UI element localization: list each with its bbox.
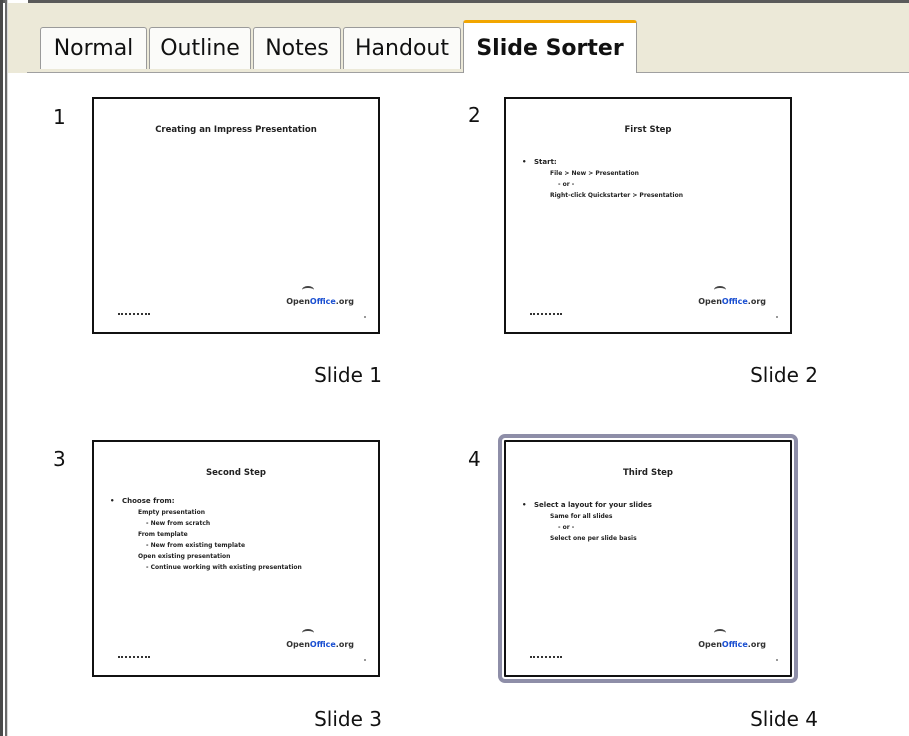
slide-caption: Slide 4 xyxy=(750,707,818,731)
slide-number: 4 xyxy=(468,447,481,471)
openoffice-logo: OpenOffice.org xyxy=(698,640,766,649)
slide-title: Second Step xyxy=(206,468,266,478)
slide-bullet-line: - or - xyxy=(558,524,575,531)
slide-number: 3 xyxy=(53,447,66,471)
slide-bullet-line: - Continue working with existing present… xyxy=(146,564,302,571)
slide-thumbnail-1[interactable]: Creating an Impress Presentation OpenOff… xyxy=(92,97,380,334)
slide-bullet-line: • Select a layout for your slides xyxy=(522,501,652,509)
slide-thumbnail-4[interactable]: Third Step • Select a layout for your sli… xyxy=(498,434,798,683)
slide-number-marker xyxy=(364,659,366,661)
left-gutter xyxy=(7,0,28,736)
logo-swoosh-icon xyxy=(714,629,726,637)
openoffice-logo: OpenOffice.org xyxy=(286,640,354,649)
slide-footer-line xyxy=(530,313,562,315)
slide-title: Creating an Impress Presentation xyxy=(155,125,317,135)
window-left-border xyxy=(0,0,3,736)
tab-outline[interactable]: Outline xyxy=(149,27,251,69)
slide-bullet-line: File > New > Presentation xyxy=(550,170,639,177)
slide-number-marker xyxy=(776,659,778,661)
slide-bullet-line: - New from scratch xyxy=(146,520,211,527)
tab-handout[interactable]: Handout xyxy=(343,27,461,69)
slide-footer-line xyxy=(118,313,150,315)
slide-body: • Start: File > New > Presentation - or -… xyxy=(522,157,780,201)
slide-number: 1 xyxy=(53,105,66,129)
slide-bullet-line: Open existing presentation xyxy=(138,553,231,560)
slide-title: Third Step xyxy=(622,468,674,478)
slide-bullet-line: • Choose from: xyxy=(110,497,175,505)
slide-number-marker xyxy=(364,316,366,318)
logo-swoosh-icon xyxy=(302,286,314,294)
slide-bullet-line: Empty presentation xyxy=(138,509,205,516)
tab-normal[interactable]: Normal xyxy=(40,27,147,69)
slide-caption: Slide 3 xyxy=(314,707,382,731)
slide-bullet-line: From template xyxy=(138,531,188,538)
slide-bullet-line: Right-click Quickstarter > Presentation xyxy=(550,192,684,199)
slide-bullet-line: - or - xyxy=(558,181,575,188)
openoffice-logo: OpenOffice.org xyxy=(698,297,766,306)
slide-caption: Slide 1 xyxy=(314,363,382,387)
slide-body: • Select a layout for your slides Same fo… xyxy=(522,500,780,544)
logo-swoosh-icon xyxy=(714,286,726,294)
slide-bullet-line: Select one per slide basis xyxy=(550,535,637,542)
slide-bullet-line: - New from existing template xyxy=(146,542,246,549)
slide-title: First Step xyxy=(624,125,672,135)
slide-footer-line xyxy=(118,656,150,658)
slide-bullet-line: Same for all slides xyxy=(550,513,613,520)
slide-number: 2 xyxy=(468,103,481,127)
openoffice-logo: OpenOffice.org xyxy=(286,297,354,306)
slide-sorter-pane[interactable]: 1 Creating an Impress Presentation OpenO… xyxy=(27,73,909,736)
slide-thumbnail-3[interactable]: Second Step • Choose from: Empty presenta… xyxy=(92,440,380,677)
slide-bullet-line: • Start: xyxy=(522,158,557,166)
tab-slide-sorter[interactable]: Slide Sorter xyxy=(463,20,637,73)
tab-notes[interactable]: Notes xyxy=(253,27,341,69)
slide-caption: Slide 2 xyxy=(750,363,818,387)
logo-swoosh-icon xyxy=(302,629,314,637)
slide-thumbnail-2[interactable]: First Step • Start: File > New > Presenta… xyxy=(504,97,792,334)
slide-number-marker xyxy=(776,316,778,318)
slide-body: • Choose from: Empty presentation - New f… xyxy=(110,496,368,573)
slide-footer-line xyxy=(530,656,562,658)
